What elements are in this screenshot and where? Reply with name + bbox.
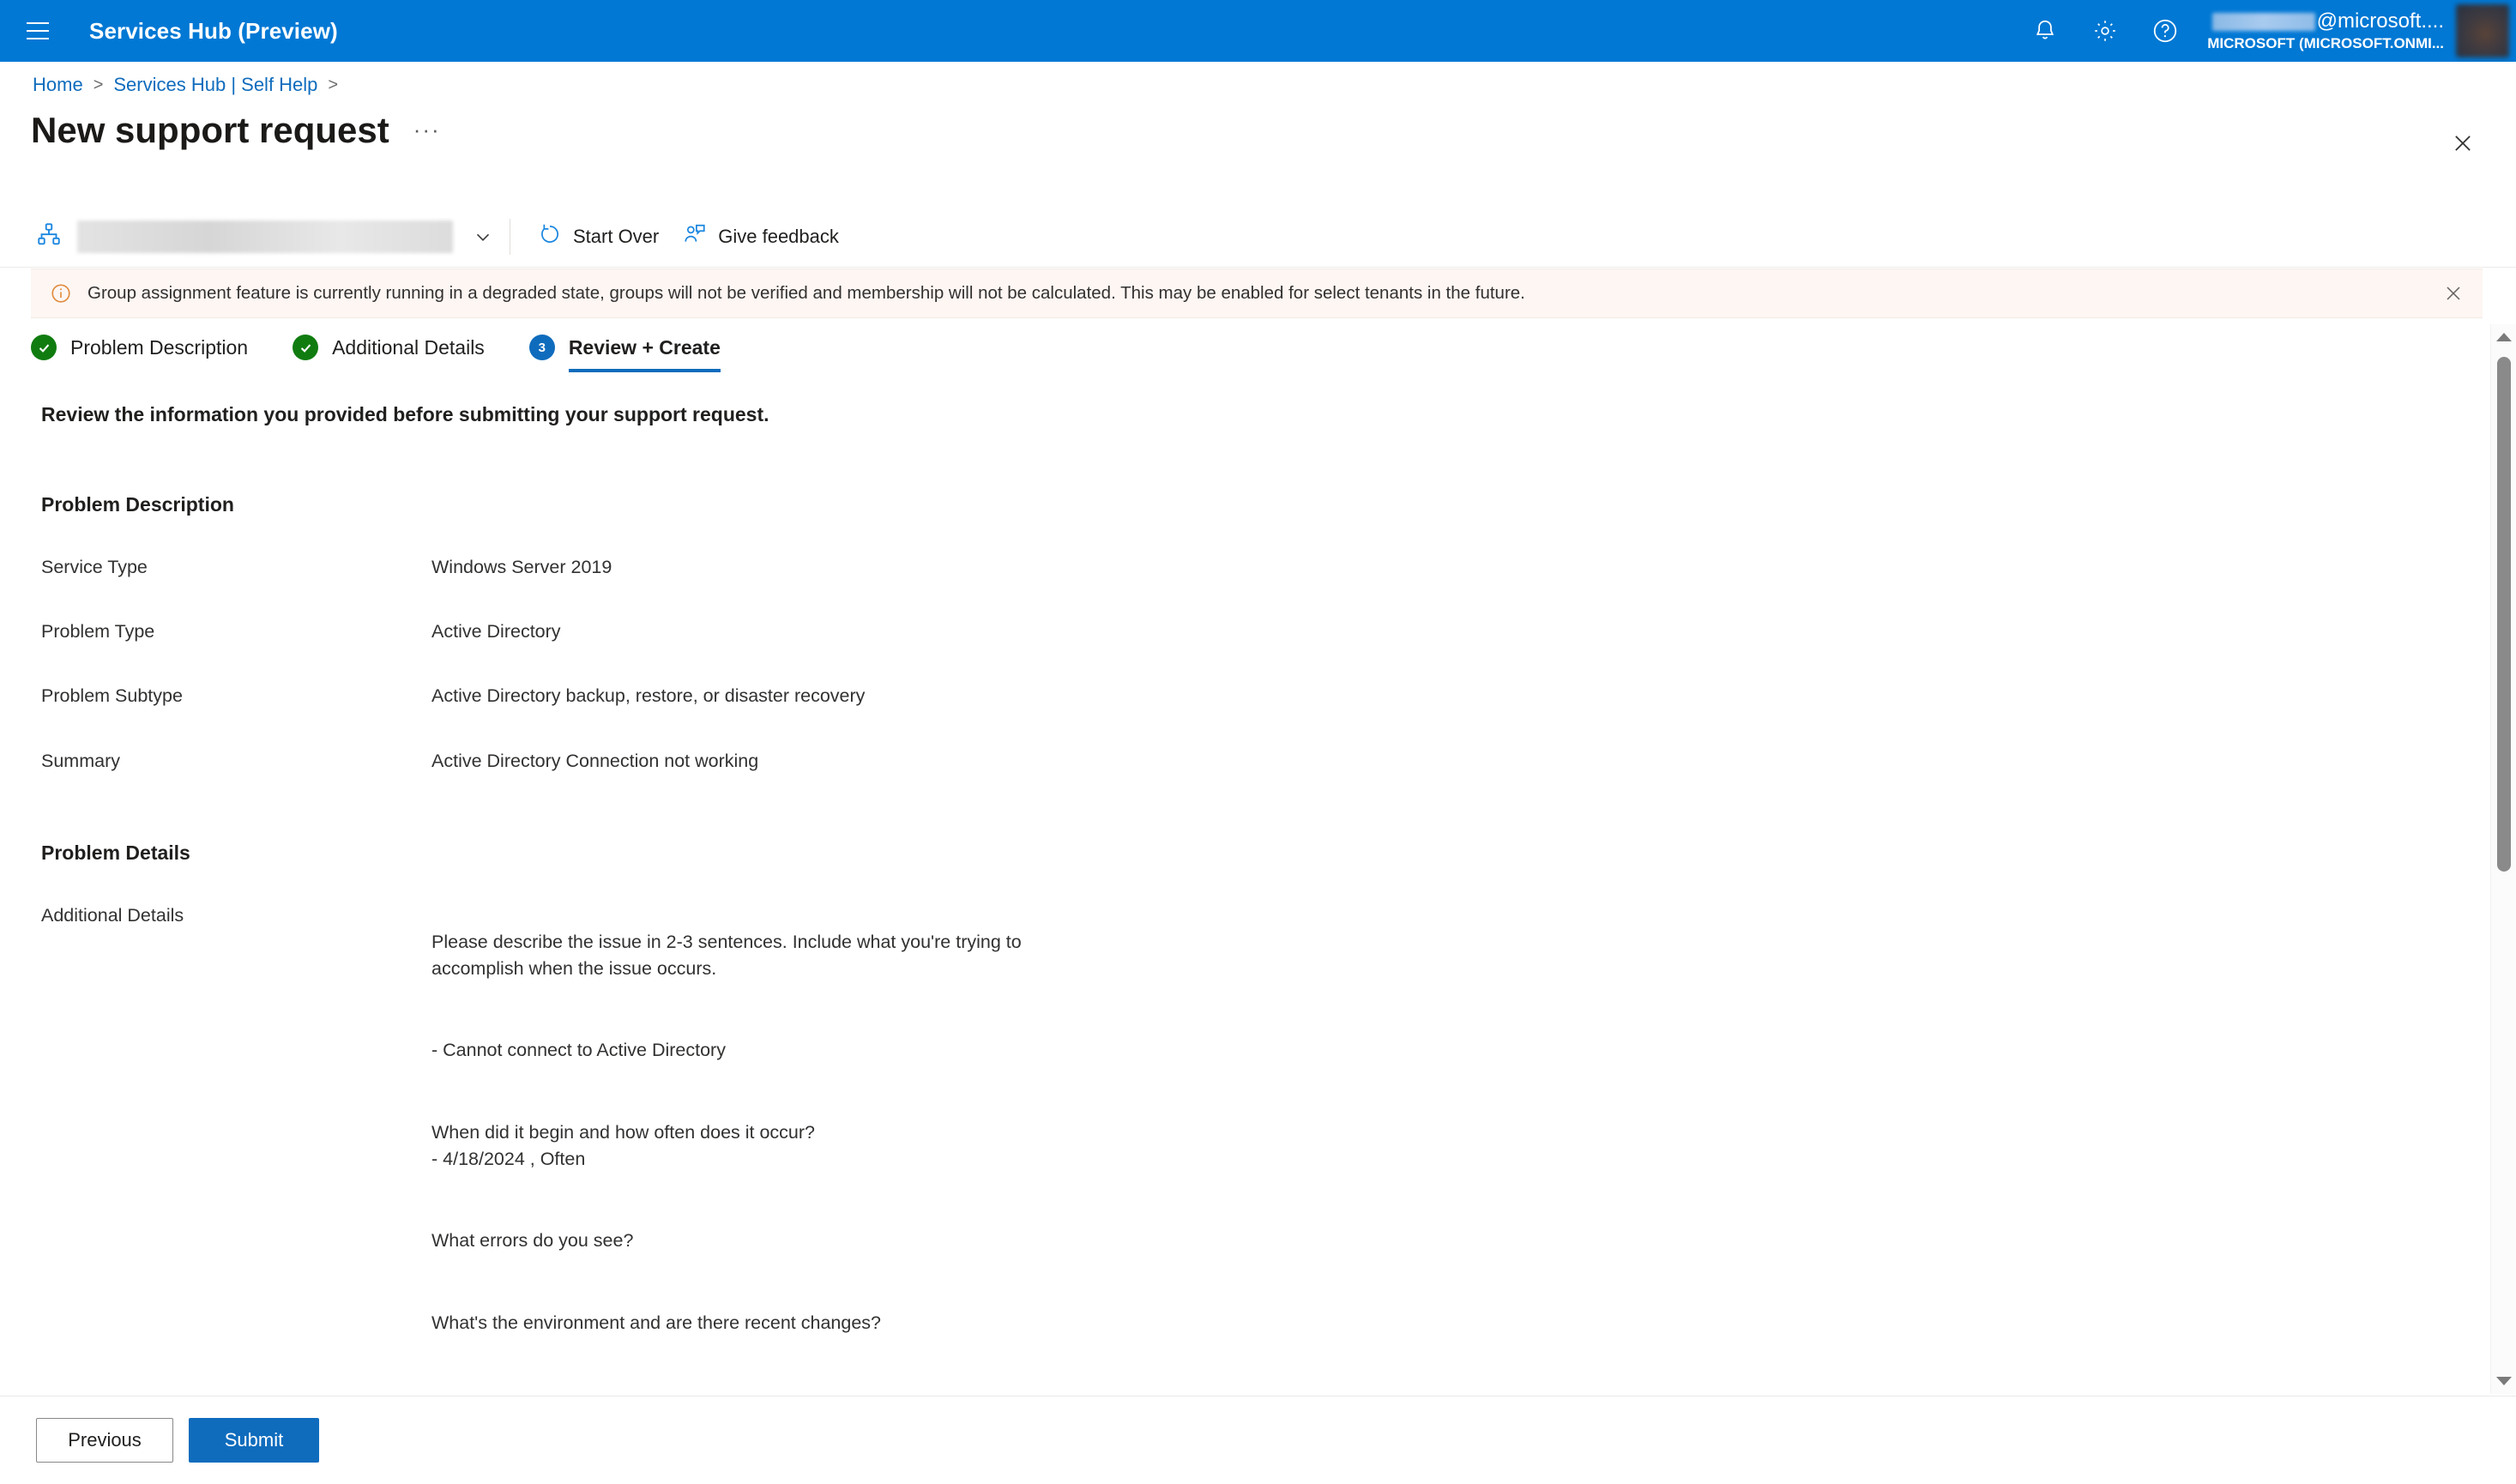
- page-title-row: New support request ···: [31, 110, 441, 151]
- field-label: Problem Type: [41, 621, 155, 642]
- hamburger-icon[interactable]: [19, 12, 57, 50]
- bell-icon[interactable]: [2015, 0, 2075, 62]
- refresh-icon: [538, 222, 562, 251]
- account-menu[interactable]: @microsoft.... MICROSOFT (MICROSOFT.ONMI…: [2195, 0, 2516, 62]
- field-value: Active Directory backup, restore, or dis…: [431, 685, 866, 707]
- field-label: Summary: [41, 750, 120, 771]
- chevron-down-icon[interactable]: [472, 226, 494, 248]
- review-row: Additional Details Please describe the i…: [41, 902, 2453, 1394]
- question-circle-icon[interactable]: [2135, 0, 2195, 62]
- wizard-footer: Previous Submit: [0, 1396, 2516, 1484]
- app-title: Services Hub (Preview): [89, 17, 338, 44]
- previous-button[interactable]: Previous: [36, 1418, 173, 1463]
- person-feedback-icon: [683, 222, 707, 251]
- start-over-button[interactable]: Start Over: [526, 214, 671, 259]
- detail-paragraph: - Cannot connect to Active Directory: [431, 1040, 726, 1061]
- field-value: Active Directory: [431, 621, 561, 642]
- detail-paragraph: What's the environment and are there rec…: [431, 1312, 881, 1333]
- detail-paragraph: When did it begin and how often does it …: [431, 1121, 816, 1169]
- scrollbar-thumb[interactable]: [2497, 357, 2511, 872]
- account-text: @microsoft.... MICROSOFT (MICROSOFT.ONMI…: [2207, 9, 2444, 51]
- scroll-down-arrow-icon[interactable]: [2491, 1370, 2516, 1392]
- breadcrumb-separator: >: [328, 75, 339, 94]
- detail-paragraph: What errors do you see?: [431, 1230, 634, 1252]
- field-label: Additional Details: [41, 904, 184, 926]
- banner-close-icon[interactable]: [2443, 283, 2464, 304]
- start-over-label: Start Over: [573, 225, 660, 247]
- vertical-scrollbar[interactable]: [2490, 324, 2516, 1394]
- account-organization: MICROSOFT (MICROSOFT.ONMI...: [2207, 35, 2444, 52]
- give-feedback-label: Give feedback: [718, 225, 839, 247]
- app-header: Services Hub (Preview) @microsoft.... MI…: [0, 0, 2516, 62]
- banner-message: Group assignment feature is currently ru…: [87, 283, 1525, 303]
- breadcrumb-item-self-help[interactable]: Services Hub | Self Help: [113, 74, 317, 96]
- detail-paragraph: What have you tried to troubleshoot this…: [431, 1391, 1022, 1395]
- review-row: Summary Active Directory Connection not …: [41, 748, 2453, 775]
- header-actions: @microsoft.... MICROSOFT (MICROSOFT.ONMI…: [2015, 0, 2516, 62]
- section-heading-problem-details: Problem Details: [41, 841, 190, 864]
- breadcrumb-item-home[interactable]: Home: [33, 74, 83, 96]
- field-value: Active Directory Connection not working: [431, 750, 759, 771]
- field-label: Problem Subtype: [41, 685, 183, 707]
- info-circle-icon: [50, 282, 72, 305]
- review-row: Problem Type Active Directory: [41, 618, 2453, 645]
- review-row: Problem Subtype Active Directory backup,…: [41, 683, 2453, 709]
- breadcrumb: Home > Services Hub | Self Help >: [33, 74, 338, 96]
- submit-button[interactable]: Submit: [189, 1418, 319, 1463]
- more-options-button[interactable]: ···: [413, 117, 441, 143]
- page-title: New support request: [31, 110, 389, 150]
- detail-paragraph: Please describe the issue in 2-3 sentenc…: [431, 931, 1022, 980]
- workspace-selector[interactable]: [36, 214, 494, 259]
- review-scroll-viewport[interactable]: Review the information you provided befo…: [0, 324, 2516, 1394]
- field-label: Service Type: [41, 557, 148, 577]
- warning-banner: Group assignment feature is currently ru…: [31, 268, 2483, 318]
- field-value: Please describe the issue in 2-3 sentenc…: [431, 902, 1022, 1394]
- gear-icon[interactable]: [2075, 0, 2135, 62]
- account-email: @microsoft....: [2316, 9, 2444, 33]
- breadcrumb-separator: >: [93, 75, 104, 94]
- avatar[interactable]: [2456, 4, 2509, 57]
- review-row: Service Type Windows Server 2019: [41, 554, 2453, 581]
- review-intro-text: Review the information you provided befo…: [41, 403, 769, 425]
- review-content: Review the information you provided befo…: [0, 403, 2453, 1394]
- give-feedback-button[interactable]: Give feedback: [671, 214, 851, 259]
- section-heading-problem-description: Problem Description: [41, 493, 234, 516]
- workspace-value-redacted: [77, 220, 453, 253]
- scroll-up-arrow-icon[interactable]: [2491, 326, 2516, 348]
- close-icon[interactable]: [2444, 124, 2482, 162]
- redacted-email-block: [2211, 12, 2315, 31]
- command-toolbar: Start Over Give feedback: [0, 206, 2516, 268]
- org-hierarchy-icon: [36, 221, 62, 251]
- field-value: Windows Server 2019: [431, 557, 612, 577]
